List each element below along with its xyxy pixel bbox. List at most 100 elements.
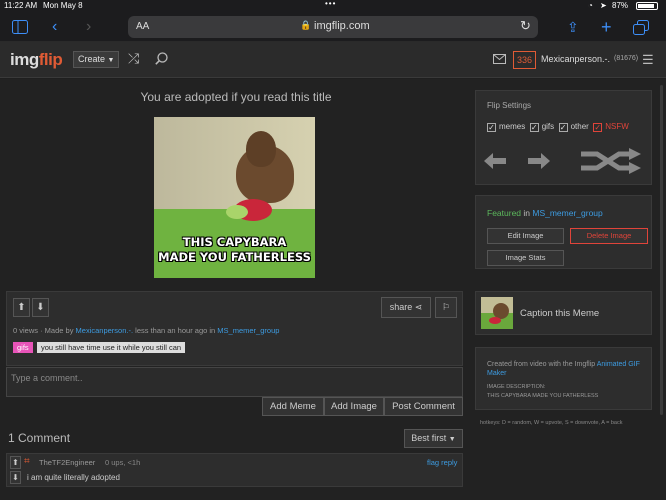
flip-settings-panel: Flip Settings ✓ memes ✓ gifs ✓ other ✓ NSFW	[475, 90, 652, 185]
logo-flip-part: flip	[38, 50, 63, 69]
arrow-down-icon: ⬇	[12, 473, 19, 482]
comment-count: 1 Comment	[8, 431, 71, 445]
stream-link[interactable]: MS_memer_group	[217, 326, 279, 335]
add-image-button[interactable]: Add Image	[324, 397, 384, 416]
check-icon: ✓	[487, 123, 496, 132]
hotkeys-info: hotkeys: D = random, W = upvote, S = dow…	[480, 420, 623, 426]
gifs-label: gifs	[541, 122, 555, 131]
other-checkbox[interactable]: ✓ other	[558, 122, 589, 132]
image-description-text: THIS CAPYBARA MADE YOU FATHERLESS	[487, 393, 599, 399]
comment-actions[interactable]: flag reply	[427, 458, 457, 467]
caption-meme-panel[interactable]: Caption this Meme	[475, 291, 652, 335]
caption-meme-thumbnail	[481, 297, 513, 329]
post-info-panel: ⬆ ⬇ share ⋖ ⚐ 0 views · Made by Mexicanp…	[6, 291, 463, 366]
user-badge: (81676)	[614, 55, 639, 62]
gifs-checkbox[interactable]: ✓ gifs	[529, 122, 555, 132]
status-time: 11:22 AM	[4, 1, 38, 10]
featured-line: Featured in MS_memer_group	[487, 208, 603, 218]
check-icon: ✓	[558, 123, 568, 132]
flip-checkboxes: ✓ memes ✓ gifs ✓ other ✓ NSFW	[487, 122, 629, 132]
sidebar-icon[interactable]	[12, 20, 28, 34]
author-link[interactable]: Mexicanperson.-.	[76, 326, 134, 335]
share-button[interactable]: share ⋖	[381, 297, 431, 318]
arrow-up-icon: ⬆	[17, 302, 26, 313]
image-description-label: IMAGE DESCRIPTION:	[487, 384, 546, 390]
upvote-button[interactable]: ⬆	[13, 298, 30, 317]
logo-img-part: img	[10, 50, 39, 69]
edit-image-button[interactable]: Edit Image	[487, 228, 564, 244]
watermelon-rind	[226, 205, 248, 219]
flip-back-arrow-icon[interactable]	[484, 153, 506, 169]
multitask-dots-icon[interactable]: •••	[325, 0, 336, 8]
comment-meta: 0 ups, <1h	[105, 458, 141, 467]
image-stats-button[interactable]: Image Stats	[487, 250, 564, 266]
flip-next-arrow-icon[interactable]	[528, 153, 550, 169]
arrow-down-icon: ⬇	[36, 302, 45, 313]
tag-description[interactable]: you still have time use it while you sti…	[37, 342, 186, 353]
status-bar: 11:22 AM Mon May 8 ••• ◔ ➤ 87%	[0, 0, 666, 12]
memes-label: memes	[499, 122, 526, 131]
featured-panel: Featured in MS_memer_group Edit Image De…	[475, 195, 652, 269]
imgflip-logo[interactable]: imgflip	[10, 50, 63, 70]
downvote-button[interactable]: ⬇	[32, 298, 49, 317]
sort-dropdown[interactable]: Best first ▼	[404, 429, 463, 448]
featured-in: in	[521, 208, 533, 218]
mail-icon[interactable]	[493, 54, 506, 64]
share-nodes-icon: ⋖	[414, 302, 423, 312]
points-badge[interactable]: 336	[513, 51, 537, 69]
lock-icon: 🔒	[300, 20, 312, 30]
flag-icon: ⚐	[441, 302, 451, 312]
username[interactable]: Mexicanperson.-.	[541, 54, 610, 64]
meta-time: less than an hour ago in	[133, 326, 218, 335]
sort-label: Best first	[411, 433, 447, 443]
create-dropdown[interactable]: Create ▼	[73, 51, 119, 68]
random-shuffle-icon[interactable]: ⤮	[128, 50, 139, 67]
site-header: imgflip Create ▼ ⤮ 336 Mexicanperson.-. …	[0, 42, 666, 78]
commenter-name[interactable]: TheTF2Engineer	[39, 458, 95, 467]
check-icon: ✓	[529, 123, 539, 132]
flip-random-icon[interactable]	[581, 148, 641, 174]
add-meme-button[interactable]: Add Meme	[262, 397, 324, 416]
delete-image-button[interactable]: Delete Image	[570, 228, 648, 244]
nsfw-checkbox[interactable]: ✓ NSFW	[593, 122, 629, 132]
arrow-up-icon: ⬆	[12, 458, 19, 467]
meme-caption-line-2: MADE YOU FATHERLESS	[158, 250, 311, 264]
location-icon: ➤	[600, 1, 607, 10]
capybara-head	[246, 131, 276, 167]
nsfw-label: NSFW	[605, 122, 629, 131]
wifi-icon: ◔	[588, 1, 593, 10]
menu-icon[interactable]: ☰	[642, 52, 654, 68]
search-icon[interactable]	[155, 52, 168, 65]
post-title: You are adopted if you read this title	[140, 90, 332, 104]
share-label: share	[389, 302, 413, 312]
featured-stream-link[interactable]: MS_memer_group	[532, 208, 602, 218]
comment-downvote-button[interactable]: ⬇	[10, 471, 21, 484]
comment-text: i am quite literally adopted	[27, 473, 120, 482]
url-bar[interactable]: AA 🔒 imgflip.com ↻	[128, 16, 538, 38]
caption-meme-label: Caption this Meme	[520, 308, 600, 319]
featured-label: Featured	[487, 208, 522, 218]
meta-views: 0 views · Made by	[13, 326, 76, 335]
comment-upvote-button[interactable]: ⬆	[10, 456, 21, 469]
browser-toolbar: ‹ › AA 🔒 imgflip.com ↻ ⇪ +	[0, 12, 666, 42]
scrollbar[interactable]	[660, 85, 663, 415]
created-info: Created from video with the Imgflip Anim…	[487, 360, 647, 378]
meme-image[interactable]: THIS CAPYBARA MADE YOU FATHERLESS	[154, 117, 315, 278]
tag-gifs[interactable]: gifs	[13, 342, 33, 353]
flip-settings-title: Flip Settings	[487, 101, 532, 110]
share-icon[interactable]: ⇪	[567, 12, 579, 42]
created-prefix: Created from video with the Imgflip	[487, 361, 597, 368]
flag-button[interactable]: ⚐	[435, 297, 457, 318]
tabs-icon[interactable]	[633, 20, 649, 35]
check-icon: ✓	[593, 123, 603, 132]
memes-checkbox[interactable]: ✓ memes	[487, 122, 526, 132]
battery-icon	[636, 2, 658, 10]
comment-input[interactable]: Type a comment..	[6, 367, 463, 397]
new-tab-icon[interactable]: +	[601, 12, 612, 42]
reload-icon[interactable]: ↻	[520, 18, 531, 34]
post-comment-button[interactable]: Post Comment	[384, 397, 463, 416]
forward-icon[interactable]: ›	[86, 12, 91, 42]
reader-aa-button[interactable]: AA	[136, 21, 149, 32]
back-icon[interactable]: ‹	[52, 12, 57, 42]
commenter-avatar-icon[interactable]: ⌗	[24, 456, 30, 467]
